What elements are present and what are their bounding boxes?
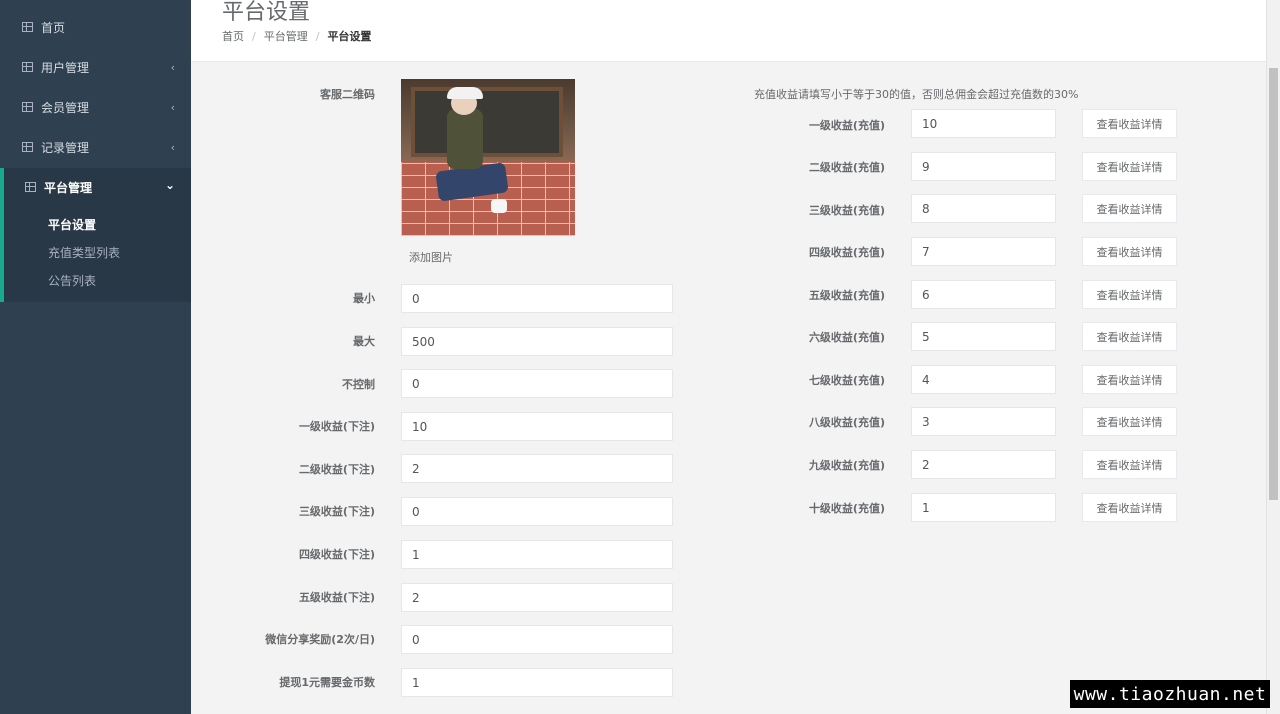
breadcrumb: 首页 / 平台管理 / 平台设置 [222,28,371,44]
bet-level-1-input[interactable] [401,412,673,441]
field-label-recharge-level-4: 四级收益(充值) [808,246,885,259]
recharge-level-10-input[interactable] [911,493,1056,522]
vertical-scrollbar[interactable] [1266,0,1280,714]
breadcrumb-separator: / [315,29,320,43]
sidebar-item-home[interactable]: 首页 [0,7,191,47]
view-details-button[interactable]: 查看收益详情 [1082,109,1177,138]
sidebar-item-user-management[interactable]: 用户管理 ‹ [0,47,191,87]
sidebar-subitem-platform-settings[interactable]: 平台设置 [48,216,96,233]
recharge-level-8-input[interactable] [911,407,1056,436]
field-label-recharge-level-6: 六级收益(充值) [808,331,885,344]
field-label-recharge-level-7: 七级收益(充值) [808,374,885,387]
chevron-left-icon: ‹ [170,100,175,114]
sidebar: 首页 用户管理 ‹ 会员管理 ‹ 记录管理 ‹ 平台管理 ⌄ 平台设置 充值类型… [0,0,191,714]
sidebar-item-label: 平台管理 [44,180,93,195]
recharge-level-3-input[interactable] [911,194,1056,223]
sidebar-subitem-recharge-types[interactable]: 充值类型列表 [48,244,120,261]
withdraw-coins-input[interactable] [401,668,673,697]
field-label-max: 最大 [353,335,375,348]
grid-icon [25,182,36,192]
recharge-note: 充值收益请填写小于等于30的值，否则总佣金会超过充值数的30% [754,88,1079,101]
recharge-level-6-input[interactable] [911,322,1056,351]
min-input[interactable] [401,284,673,313]
photo-window [411,87,563,157]
chevron-down-icon: ⌄ [164,178,175,192]
sidebar-item-label: 用户管理 [41,60,90,75]
breadcrumb-current: 平台设置 [327,30,372,43]
field-label-min: 最小 [353,292,375,305]
view-details-button[interactable]: 查看收益详情 [1082,152,1177,181]
field-label-bet-level-4: 四级收益(下注) [298,548,375,561]
sidebar-item-record-management[interactable]: 记录管理 ‹ [0,127,191,167]
field-label-withdraw-coins: 提现1元需要金币数 [279,676,375,689]
recharge-level-9-input[interactable] [911,450,1056,479]
bet-level-4-input[interactable] [401,540,673,569]
chevron-left-icon: ‹ [170,60,175,74]
breadcrumb-separator: / [252,29,256,43]
field-label-recharge-level-5: 五级收益(充值) [808,289,885,302]
watermark: www.tiaozhuan.net [1070,680,1270,708]
field-label-recharge-level-1: 一级收益(充值) [808,119,885,132]
view-details-button[interactable]: 查看收益详情 [1082,237,1177,266]
page-header: 平台设置 首页 / 平台管理 / 平台设置 [191,0,1266,62]
add-image-link[interactable]: 添加图片 [409,249,453,265]
qr-code-label: 客服二维码 [320,88,375,101]
sidebar-item-label: 会员管理 [41,100,90,115]
view-details-button[interactable]: 查看收益详情 [1082,407,1177,436]
field-label-bet-level-2: 二级收益(下注) [298,463,375,476]
recharge-level-7-input[interactable] [911,365,1056,394]
field-label-bet-level-3: 三级收益(下注) [298,505,375,518]
field-label-recharge-level-8: 八级收益(充值) [808,416,885,429]
field-label-recharge-level-2: 二级收益(充值) [808,161,885,174]
sidebar-item-label: 记录管理 [41,140,90,155]
grid-icon [22,102,33,112]
sidebar-item-member-management[interactable]: 会员管理 ‹ [0,87,191,127]
view-details-button[interactable]: 查看收益详情 [1082,280,1177,309]
qr-code-image[interactable] [401,79,575,236]
field-label-no-control: 不控制 [342,378,375,391]
field-label-wechat-share: 微信分享奖励(2次/日) [265,633,375,646]
view-details-button[interactable]: 查看收益详情 [1082,194,1177,223]
view-details-button[interactable]: 查看收益详情 [1082,450,1177,479]
sidebar-item-platform-management[interactable]: 平台管理 ⌄ [0,167,191,207]
grid-icon [22,142,33,152]
recharge-level-1-input[interactable] [911,109,1056,138]
breadcrumb-home[interactable]: 首页 [222,28,244,44]
recharge-level-4-input[interactable] [911,237,1056,266]
view-details-button[interactable]: 查看收益详情 [1082,365,1177,394]
settings-content: 客服二维码 添加图片 最小 最大 不控制 一级收益(下注) 二级收益(下注) 三… [191,62,1266,714]
bet-level-2-input[interactable] [401,454,673,483]
breadcrumb-platform-management[interactable]: 平台管理 [264,28,308,44]
field-label-bet-level-1: 一级收益(下注) [298,420,375,433]
bet-level-5-input[interactable] [401,583,673,612]
sidebar-item-label: 首页 [41,20,66,35]
photo-figure-body [447,109,483,169]
sidebar-subitem-announcements[interactable]: 公告列表 [48,272,96,289]
field-label-recharge-level-9: 九级收益(充值) [808,459,885,472]
max-input[interactable] [401,327,673,356]
field-label-recharge-level-10: 十级收益(充值) [808,502,885,515]
field-label-recharge-level-3: 三级收益(充值) [808,204,885,217]
view-details-button[interactable]: 查看收益详情 [1082,493,1177,522]
recharge-level-2-input[interactable] [911,152,1056,181]
field-label-bet-level-5: 五级收益(下注) [298,591,375,604]
grid-icon [22,22,33,32]
no-control-input[interactable] [401,369,673,398]
page-title: 平台设置 [222,0,311,25]
grid-icon [22,62,33,72]
photo-figure-shoe [491,199,507,213]
bet-level-3-input[interactable] [401,497,673,526]
chevron-left-icon: ‹ [170,140,175,154]
view-details-button[interactable]: 查看收益详情 [1082,322,1177,351]
wechat-share-input[interactable] [401,625,673,654]
recharge-level-5-input[interactable] [911,280,1056,309]
photo-figure-hat [447,87,483,99]
scrollbar-thumb[interactable] [1269,68,1278,500]
